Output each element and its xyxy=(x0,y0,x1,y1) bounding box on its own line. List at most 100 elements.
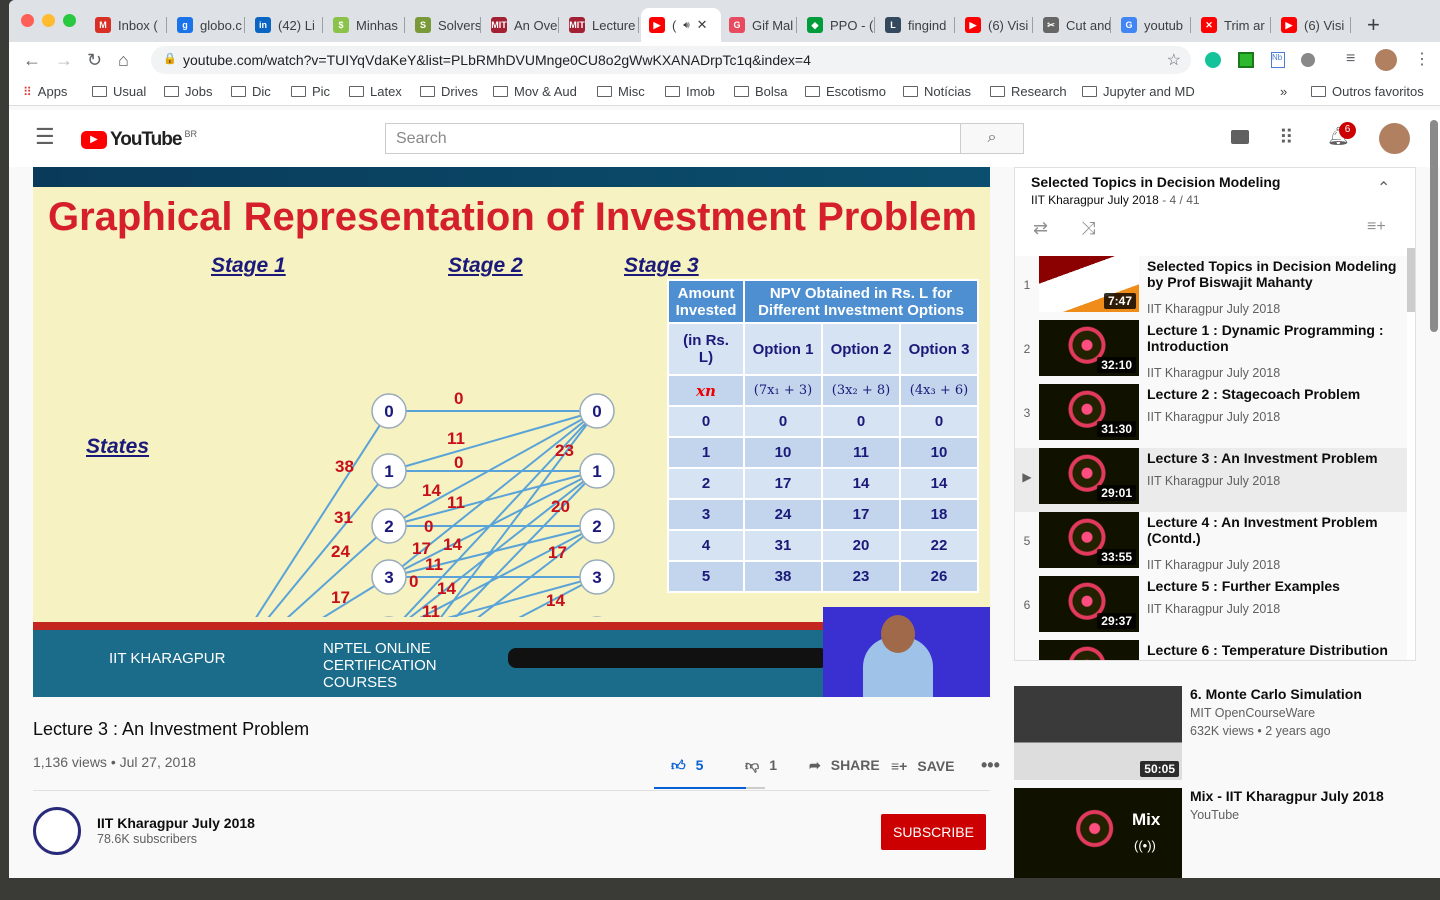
browser-tab[interactable]: ◆ PPO - ( xyxy=(799,8,875,42)
apps-grid-icon[interactable]: ⠿ xyxy=(1279,125,1294,150)
channel-name[interactable]: IIT Kharagpur July 2018 xyxy=(97,815,255,831)
profile-avatar[interactable] xyxy=(1375,49,1397,71)
bookmark-item[interactable]: Escotismo xyxy=(805,84,886,99)
edge-label: 0 xyxy=(409,572,418,591)
table-cell: (3x₂ + 8) xyxy=(821,374,901,407)
reload-icon[interactable]: ↻ xyxy=(87,50,102,71)
more-actions-icon[interactable]: ••• xyxy=(981,755,1000,776)
related-video-title: Mix - IIT Kharagpur July 2018 xyxy=(1190,788,1384,804)
playlist-item[interactable]: 1 7:47 Selected Topics in Decision Model… xyxy=(1015,256,1407,320)
bookmark-item[interactable]: Latex xyxy=(349,84,402,99)
tab-close-icon[interactable]: ✕ xyxy=(697,17,708,33)
browser-tab[interactable]: ▶(🔊︎ ✕ xyxy=(641,8,721,42)
duration-badge: 7:47 xyxy=(1103,293,1136,309)
table-cell: 38 xyxy=(743,560,823,593)
playlist-item[interactable]: 6 29:37 Lecture 5 : Further Examples IIT… xyxy=(1015,576,1407,640)
create-video-icon[interactable] xyxy=(1231,130,1249,144)
url-input[interactable]: 🔒 youtube.com/watch?v=TUIYqVdaKeY&list=P… xyxy=(151,46,1191,74)
browser-tab[interactable]: ▶ (6) Visi xyxy=(957,8,1033,42)
forward-icon[interactable]: → xyxy=(55,50,73,71)
youtube-logo[interactable]: ▶ YouTube BR xyxy=(81,129,197,151)
browser-tab[interactable]: MIT An Ove xyxy=(483,8,559,42)
browser-tab[interactable]: M Inbox ( xyxy=(87,8,167,42)
like-button[interactable]: 👍︎ 5 xyxy=(659,757,745,774)
bookmark-item[interactable]: Imob xyxy=(665,84,715,99)
bookmark-item[interactable]: Research xyxy=(990,84,1067,99)
media-queue-icon[interactable]: ≡ xyxy=(1346,50,1355,68)
search-input[interactable]: Search xyxy=(385,123,961,154)
other-bookmarks[interactable]: Outros favoritos xyxy=(1311,84,1424,99)
youtube-header: ☰ ▶ YouTube BR Search ⌕ ⠿ 🔔︎ 6 xyxy=(9,110,1440,167)
share-button[interactable]: ➦ SHARE xyxy=(797,757,891,774)
minimize-window-button[interactable] xyxy=(42,14,55,27)
playlist-item[interactable]: Lecture 6 : Temperature Distribution in … xyxy=(1015,640,1407,660)
zoom-window-button[interactable] xyxy=(63,14,76,27)
tab-favicon-icon: ▶ xyxy=(965,17,981,33)
bookmark-item[interactable]: Usual xyxy=(92,84,146,99)
browser-tab[interactable]: ✂ Cut and xyxy=(1035,8,1111,42)
menu-kebab-icon[interactable]: ⋮ xyxy=(1414,49,1430,69)
home-icon[interactable]: ⌂ xyxy=(118,50,129,71)
loop-icon[interactable]: ⇄ xyxy=(1033,218,1048,239)
bookmark-item[interactable]: Notícias xyxy=(903,84,971,99)
grammarly-extension-icon[interactable] xyxy=(1205,52,1221,68)
browser-tab[interactable]: ✕ Trim ar xyxy=(1193,8,1271,42)
browser-tab[interactable]: G Gif Mal xyxy=(721,8,797,42)
bookmark-item[interactable]: Mov & Aud xyxy=(493,84,577,99)
playlist-item[interactable]: 3 31:30 Lecture 2 : Stagecoach Problem I… xyxy=(1015,384,1407,448)
browser-tab[interactable]: in (42) Li xyxy=(247,8,323,42)
browser-tab[interactable]: MIT Lecture xyxy=(561,8,639,42)
back-icon[interactable]: ← xyxy=(23,50,41,71)
playlist-scrollbar[interactable] xyxy=(1407,248,1415,312)
new-tab-button[interactable]: + xyxy=(1367,12,1380,38)
playlist-item[interactable]: ▶ 29:01 Lecture 3 : An Investment Proble… xyxy=(1015,448,1407,512)
playlist-item-title: Lecture 1 : Dynamic Programming : Introd… xyxy=(1147,322,1384,354)
playlist-title[interactable]: Selected Topics in Decision Modeling xyxy=(1031,174,1280,190)
notebook-extension-icon[interactable]: Nb xyxy=(1271,52,1285,68)
page-scrollbar[interactable] xyxy=(1430,120,1438,332)
playlist-item[interactable]: 5 33:55 Lecture 4 : An Investment Proble… xyxy=(1015,512,1407,576)
bookmark-item[interactable]: Pic xyxy=(291,84,330,99)
table-row: 3 24 17 18 xyxy=(667,498,979,531)
playlist-panel: Selected Topics in Decision Modeling IIT… xyxy=(1014,167,1416,661)
video-title: Lecture 3 : An Investment Problem xyxy=(33,719,310,739)
subscribe-button[interactable]: SUBSCRIBE xyxy=(881,814,986,850)
browser-tab[interactable]: Gyoutub xyxy=(1113,8,1191,42)
bookmark-item[interactable]: Jobs xyxy=(164,84,212,99)
close-window-button[interactable] xyxy=(21,14,34,27)
browser-tab[interactable]: ▶ (6) Visi xyxy=(1273,8,1351,42)
account-avatar[interactable] xyxy=(1379,123,1410,154)
search-button[interactable]: ⌕ xyxy=(960,123,1024,154)
hamburger-menu-icon[interactable]: ☰ xyxy=(35,124,55,150)
browser-tab[interactable]: S Solvers xyxy=(407,8,481,42)
related-video[interactable]: Mix ((•)) Mix - IIT Kharagpur July 2018 Y… xyxy=(1014,788,1434,878)
collapse-chevron-icon[interactable]: ⌃ xyxy=(1377,178,1390,198)
related-video[interactable]: 50:05 6. Monte Carlo Simulation MIT Open… xyxy=(1014,686,1434,780)
bookmark-item[interactable]: Drives xyxy=(420,84,478,99)
browser-tab[interactable]: Lfingind xyxy=(877,8,955,42)
bookmark-item[interactable]: Bolsa xyxy=(734,84,788,99)
bookmark-item[interactable]: Jupyter and MD xyxy=(1082,84,1195,99)
channel-avatar[interactable] xyxy=(33,807,81,855)
bookmark-item[interactable]: Dic xyxy=(231,84,271,99)
more-bookmarks-button[interactable]: » xyxy=(1280,84,1287,99)
save-playlist-icon[interactable]: ≡+ xyxy=(1367,218,1386,236)
bookmark-item[interactable]: ⠿ Apps xyxy=(23,84,67,99)
video-player[interactable]: Graphical Representation of Investment P… xyxy=(33,167,990,697)
record-extension-icon[interactable] xyxy=(1301,53,1315,67)
extension-icon[interactable] xyxy=(1238,52,1254,68)
folder-icon xyxy=(990,86,1005,97)
table-cell: 14 xyxy=(821,467,901,500)
tab-audio-icon[interactable]: 🔊︎ xyxy=(683,20,689,31)
bookmark-star-icon[interactable]: ☆ xyxy=(1167,50,1181,70)
dislike-button[interactable]: 👎︎ 1 xyxy=(745,757,797,774)
save-button[interactable]: ≡+ SAVE xyxy=(891,758,981,774)
browser-tab[interactable]: $ Minhas xyxy=(325,8,405,42)
table-cell: 10 xyxy=(743,436,823,469)
duration-badge: 31:30 xyxy=(1097,421,1136,437)
share-arrow-icon: ➦ xyxy=(809,757,821,773)
bookmark-item[interactable]: Misc xyxy=(597,84,645,99)
shuffle-icon[interactable]: ⤨ xyxy=(1081,218,1095,239)
browser-tab[interactable]: g globo.c xyxy=(169,8,245,42)
playlist-item[interactable]: 2 32:10 Lecture 1 : Dynamic Programming … xyxy=(1015,320,1407,384)
